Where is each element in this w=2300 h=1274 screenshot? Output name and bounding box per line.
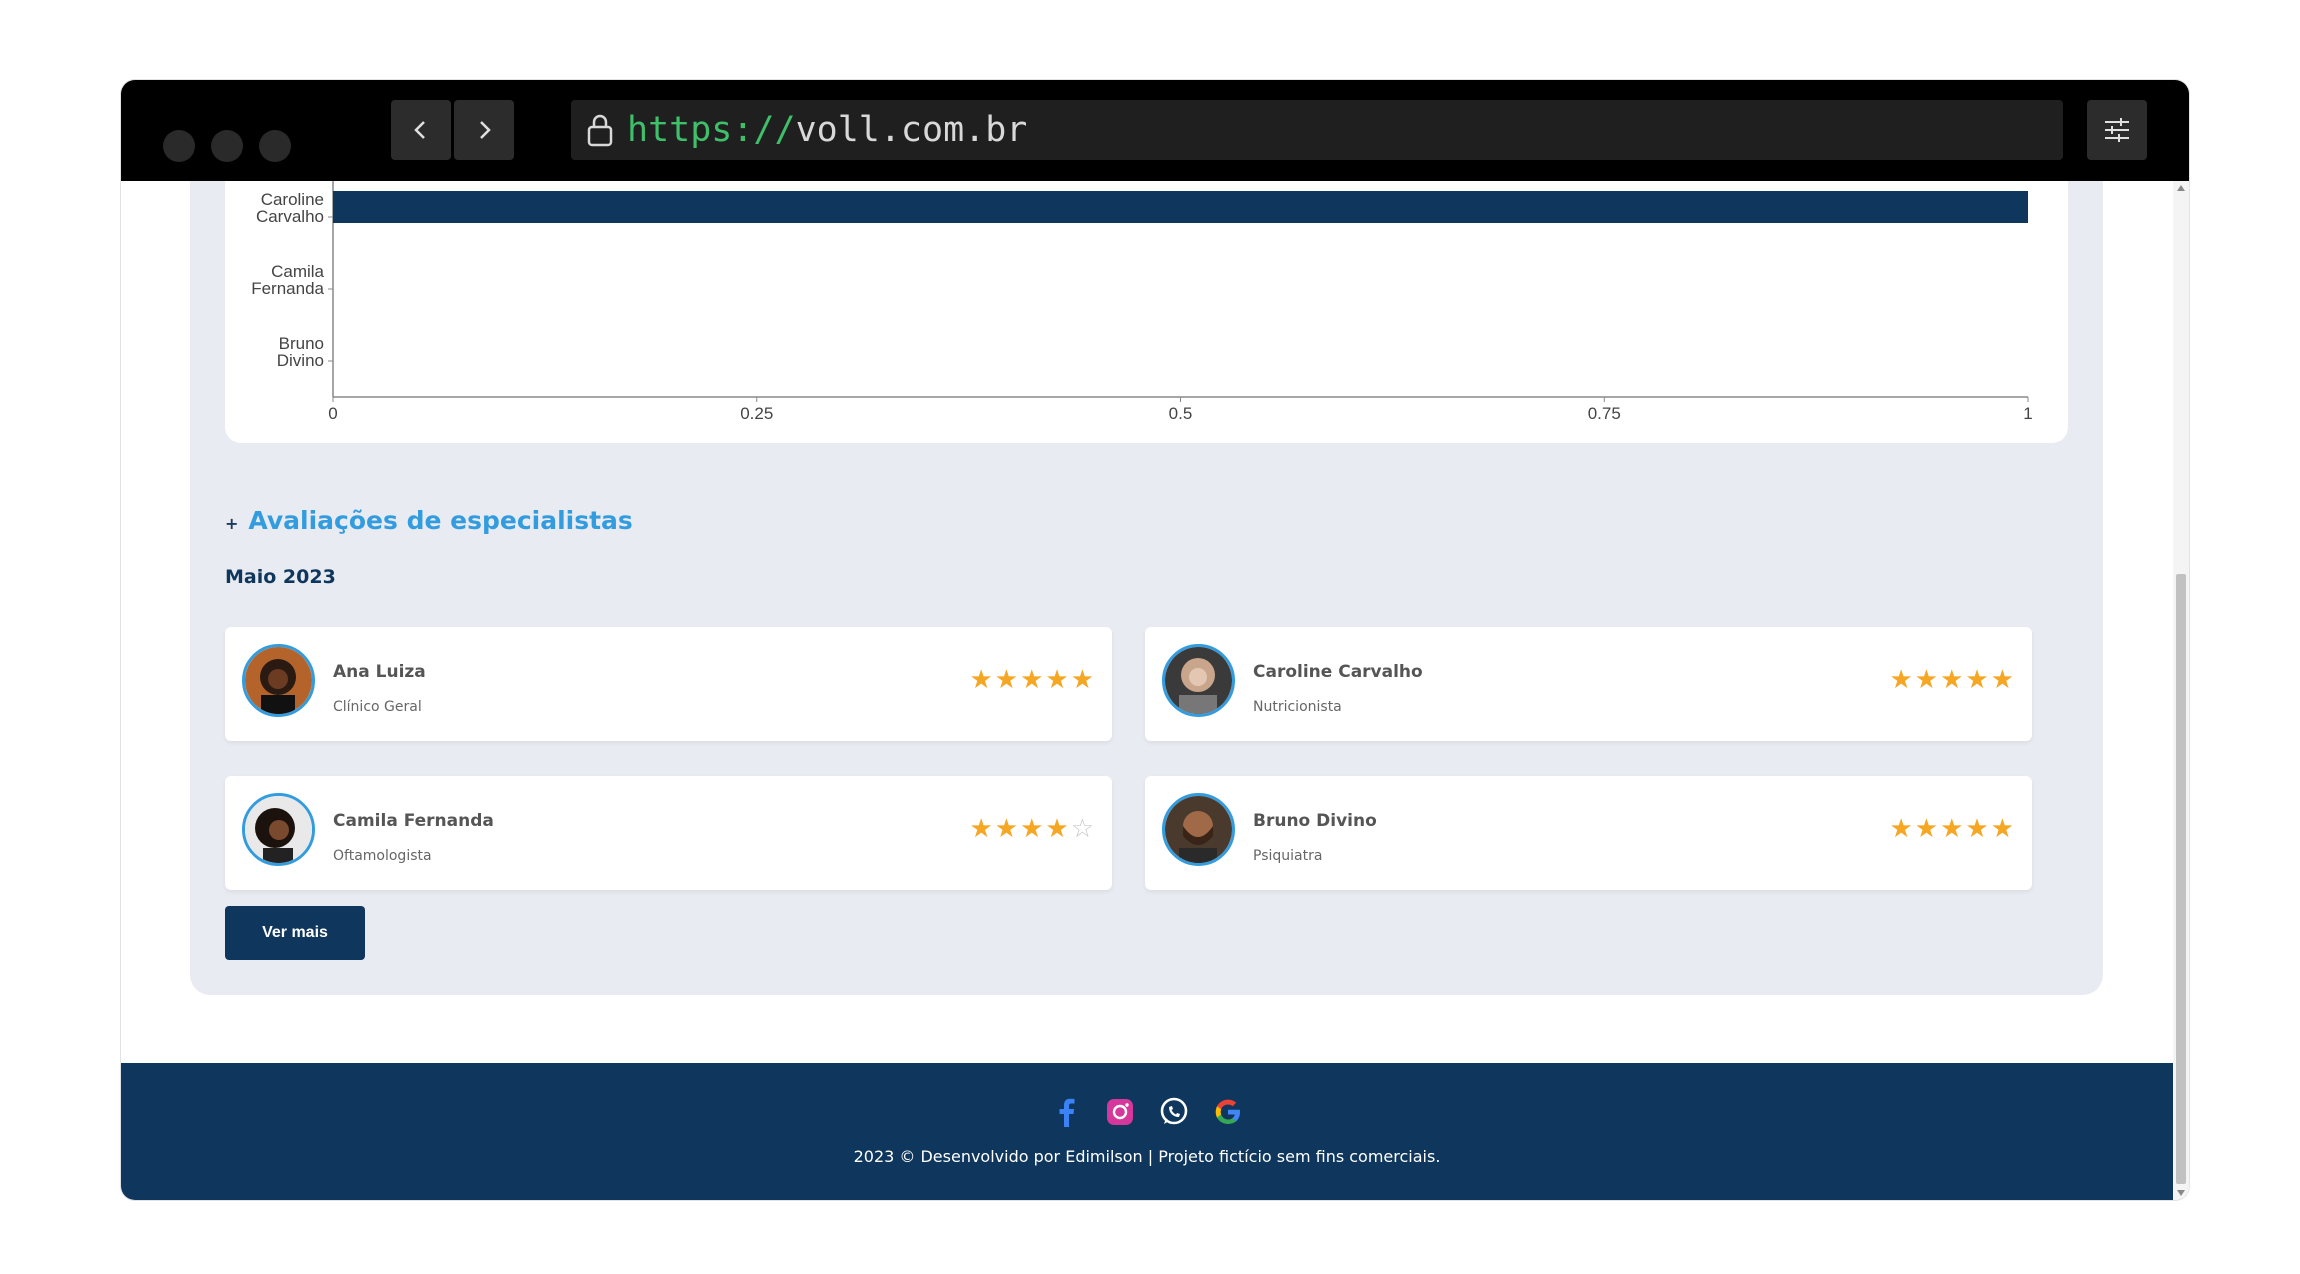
social-links (121, 1095, 2173, 1129)
reviews-month: Maio 2023 (225, 566, 336, 588)
star-filled-icon: ★ (1940, 814, 1964, 844)
avatar (1162, 793, 1235, 866)
browser-toolbar: https://voll.com.br (121, 80, 2189, 181)
star-filled-icon: ★ (1045, 814, 1069, 844)
instagram-icon[interactable] (1103, 1095, 1137, 1129)
url-host: voll.com.br (795, 110, 1028, 150)
x-tick-label: 0.25 (740, 404, 773, 423)
review-card[interactable]: Ana Luiza Clínico Geral ★ ★ ★ ★ ★ (225, 627, 1112, 741)
back-button[interactable] (391, 100, 451, 160)
y-tick-label: Carvalho (256, 207, 324, 226)
review-card[interactable]: Camila Fernanda Oftamologista ★ ★ ★ ★ ☆ (225, 776, 1112, 890)
star-filled-icon: ★ (969, 814, 993, 844)
avatar (242, 793, 315, 866)
specialist-name: Ana Luiza (333, 662, 426, 682)
star-filled-icon: ★ (1020, 665, 1044, 695)
bar-chart-card: Caroline Carvalho Camila Fernanda Bruno Divin… (225, 181, 2068, 443)
rating-stars: ★ ★ ★ ★ ☆ (969, 816, 1094, 842)
specialist-name: Bruno Divino (1253, 811, 1377, 831)
facebook-icon[interactable] (1049, 1095, 1083, 1129)
settings-button[interactable] (2087, 100, 2147, 160)
star-filled-icon: ★ (1045, 665, 1069, 695)
y-tick-label: Fernanda (251, 279, 324, 298)
rating-stars: ★ ★ ★ ★ ★ (1889, 667, 2014, 693)
chevron-left-icon (414, 121, 425, 139)
forward-button[interactable] (454, 100, 514, 160)
x-tick-label: 0.75 (1588, 404, 1621, 423)
browser-window: https://voll.com.br Caroline Carvalho Cami… (121, 80, 2189, 1200)
avatar (242, 644, 315, 717)
window-maximize-dot[interactable] (259, 130, 291, 162)
x-tick-label: 1 (2023, 404, 2032, 423)
footer-copyright: 2023 © Desenvolvido por Edimilson | Proj… (853, 1147, 1441, 1166)
google-icon[interactable] (1211, 1095, 1245, 1129)
star-filled-icon: ★ (1965, 814, 1989, 844)
specialist-name: Caroline Carvalho (1253, 662, 1423, 682)
star-filled-icon: ★ (1990, 814, 2014, 844)
star-filled-icon: ★ (1889, 665, 1913, 695)
reviews-title: Avaliações de especialistas (248, 506, 633, 535)
avatar (1162, 644, 1235, 717)
scrollbar-thumb[interactable] (2176, 574, 2186, 1184)
see-more-button[interactable]: Ver mais (225, 906, 365, 960)
chevron-right-icon (480, 121, 491, 139)
plus-icon: + (225, 514, 239, 533)
sliders-icon (2105, 118, 2129, 142)
specialist-specialty: Nutricionista (1253, 699, 1342, 715)
star-filled-icon: ★ (1070, 665, 1094, 695)
dashboard-section: Caroline Carvalho Camila Fernanda Bruno Divin… (190, 181, 2103, 995)
specialist-specialty: Psiquiatra (1253, 848, 1323, 864)
star-filled-icon: ★ (1914, 814, 1939, 844)
star-filled-icon: ★ (1990, 665, 2014, 695)
bar-chart: CarolineCarvalhoCamilaFernandaBrunoDivin… (251, 181, 2033, 423)
specialist-specialty: Clínico Geral (333, 699, 422, 715)
rating-stars: ★ ★ ★ ★ ★ (1889, 816, 2014, 842)
star-filled-icon: ★ (969, 665, 993, 695)
rating-stars: ★ ★ ★ ★ ★ (969, 667, 1094, 693)
x-tick-label: 0 (328, 404, 337, 423)
specialist-specialty: Oftamologista (333, 848, 432, 864)
star-filled-icon: ★ (1889, 814, 1913, 844)
page-viewport: Caroline Carvalho Camila Fernanda Bruno Divin… (121, 181, 2173, 1200)
y-tick-label: Divino (277, 351, 324, 370)
scroll-down-arrow[interactable] (2177, 1190, 2185, 1196)
footer: 2023 © Desenvolvido por Edimilson | Proj… (121, 1063, 2173, 1200)
star-empty-icon: ☆ (1070, 814, 1094, 844)
star-filled-icon: ★ (994, 814, 1019, 844)
scroll-up-arrow[interactable] (2177, 185, 2185, 191)
specialist-name: Camila Fernanda (333, 811, 494, 831)
x-tick-label: 0.5 (1169, 404, 1193, 423)
window-minimize-dot[interactable] (211, 130, 243, 162)
star-filled-icon: ★ (1914, 665, 1939, 695)
url-protocol: https:// (627, 110, 796, 150)
chart-bar[interactable] (333, 191, 2028, 223)
whatsapp-icon[interactable] (1157, 1095, 1191, 1129)
star-filled-icon: ★ (1940, 665, 1964, 695)
lock-icon (587, 114, 613, 147)
star-filled-icon: ★ (1965, 665, 1989, 695)
window-close-dot[interactable] (163, 130, 195, 162)
review-card[interactable]: Caroline Carvalho Nutricionista ★ ★ ★ ★ ★ (1145, 627, 2032, 741)
reviews-heading: + Avaliações de especialistas (225, 506, 633, 535)
address-bar[interactable]: https://voll.com.br (571, 100, 2063, 160)
star-filled-icon: ★ (994, 665, 1019, 695)
vertical-scrollbar[interactable] (2173, 181, 2189, 1200)
star-filled-icon: ★ (1020, 814, 1044, 844)
review-card[interactable]: Bruno Divino Psiquiatra ★ ★ ★ ★ ★ (1145, 776, 2032, 890)
